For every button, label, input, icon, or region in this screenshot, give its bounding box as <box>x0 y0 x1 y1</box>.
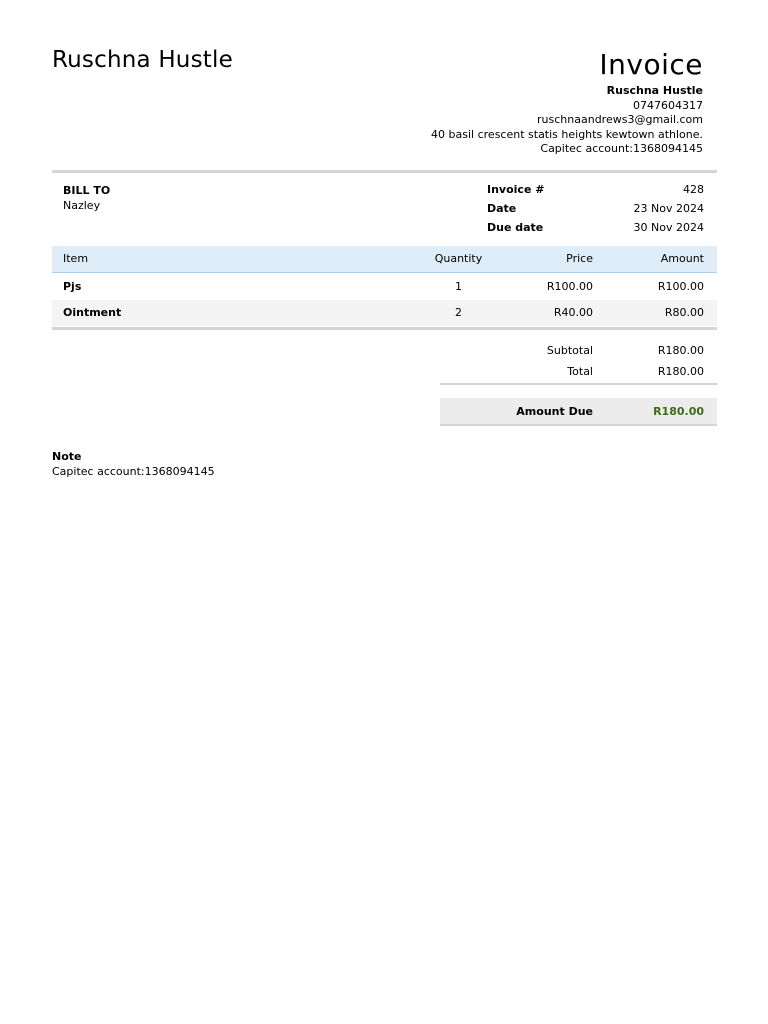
header-item: Item <box>63 252 89 265</box>
bill-to-name: Nazley <box>63 199 101 212</box>
bill-to-label: BILL TO <box>63 184 111 197</box>
header-divider <box>52 170 717 173</box>
invoice-meta: Invoice # 428 Date 23 Nov 2024 Due date … <box>487 183 704 240</box>
meta-value: 23 Nov 2024 <box>633 202 704 215</box>
row-amount: R80.00 <box>664 306 704 319</box>
meta-date: Date 23 Nov 2024 <box>487 202 704 221</box>
meta-due-date: Due date 30 Nov 2024 <box>487 221 704 240</box>
amount-due-value: R180.00 <box>653 405 704 418</box>
row-item: Ointment <box>63 306 122 319</box>
table-row: Pjs 1 R100.00 R100.00 <box>52 274 717 300</box>
subtotal-row: Subtotal R180.00 <box>440 340 717 361</box>
invoice-page: Ruschna Hustle Invoice Ruschna Hustle 07… <box>0 0 768 1024</box>
header-amount: Amount <box>660 252 704 265</box>
subtotal-label: Subtotal <box>546 344 593 357</box>
total-value: R180.00 <box>657 365 704 378</box>
meta-label: Date <box>487 202 517 215</box>
row-quantity: 1 <box>455 280 462 293</box>
meta-label: Invoice # <box>487 183 545 196</box>
subtotal-value: R180.00 <box>657 344 704 357</box>
meta-label: Due date <box>487 221 544 234</box>
row-price: R40.00 <box>553 306 593 319</box>
note-text: Capitec account:1368094145 <box>52 465 215 478</box>
total-row: Total R180.00 <box>440 361 717 382</box>
header-quantity: Quantity <box>434 252 483 265</box>
total-label: Total <box>567 365 593 378</box>
note-block: Note Capitec account:1368094145 <box>52 449 215 479</box>
totals-divider <box>440 383 717 385</box>
from-email: ruschnaandrews3@gmail.com <box>537 113 703 126</box>
from-phone: 0747604317 <box>633 98 703 112</box>
business-name: Ruschna Hustle <box>52 47 233 73</box>
row-quantity: 2 <box>455 306 462 319</box>
from-block: Ruschna Hustle 0747604317 ruschnaandrews… <box>431 84 703 157</box>
table-row: Ointment 2 R40.00 R80.00 <box>52 300 717 326</box>
row-item: Pjs <box>63 280 82 293</box>
header-price: Price <box>566 252 593 265</box>
invoice-title: Invoice <box>599 48 703 81</box>
row-amount: R100.00 <box>657 280 704 293</box>
meta-value: 428 <box>683 183 704 196</box>
items-divider <box>52 327 717 330</box>
row-price: R100.00 <box>546 280 593 293</box>
from-account: Capitec account:1368094145 <box>540 142 703 155</box>
meta-invoice-number: Invoice # 428 <box>487 183 704 202</box>
from-address: 40 basil crescent statis heights kewtown… <box>431 127 703 141</box>
amount-due-row: Amount Due R180.00 <box>440 398 717 426</box>
note-label: Note <box>52 450 82 463</box>
meta-value: 30 Nov 2024 <box>633 221 704 234</box>
items-table-header: Item Quantity Price Amount <box>52 246 717 273</box>
amount-due-label: Amount Due <box>516 405 593 418</box>
bill-to-block: BILL TO Nazley <box>63 183 110 213</box>
from-name: Ruschna Hustle <box>606 84 703 97</box>
